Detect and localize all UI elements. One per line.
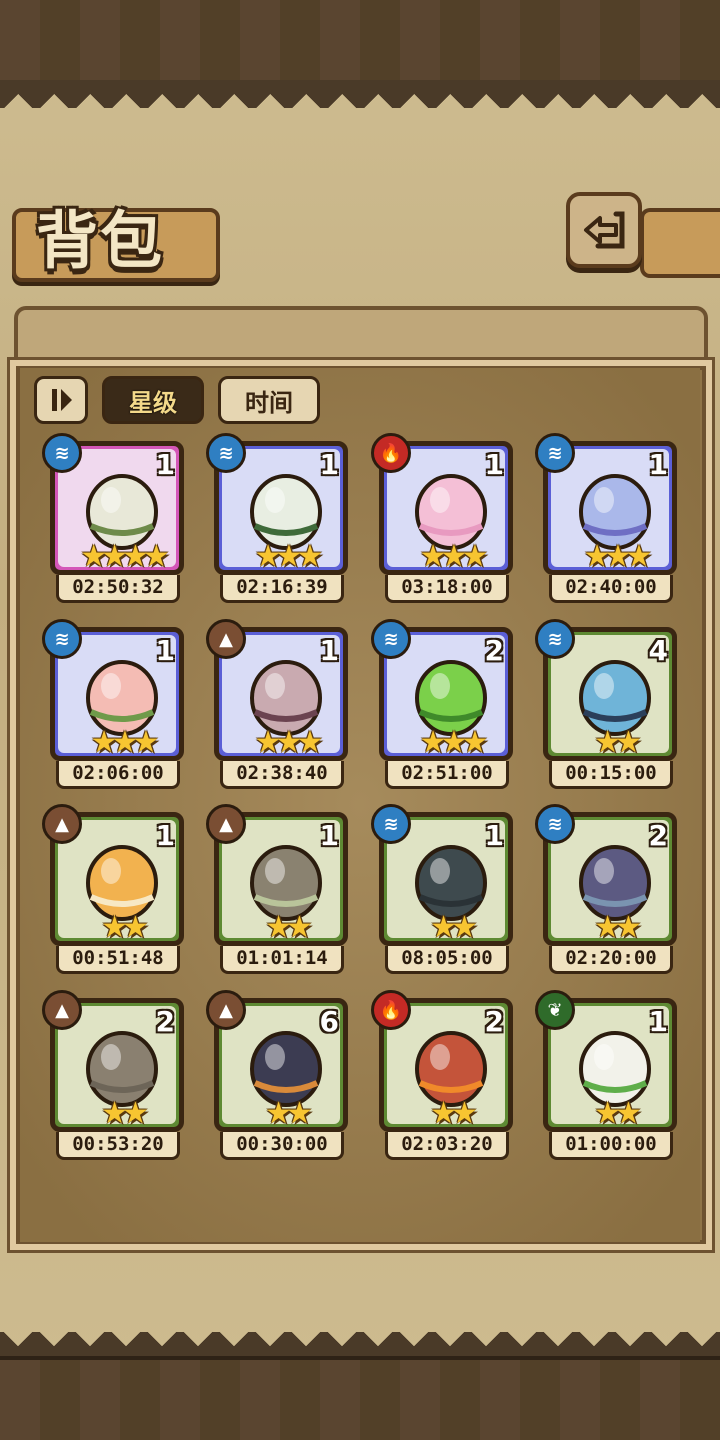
item-count: 1 bbox=[319, 448, 339, 481]
egg-icon bbox=[86, 474, 158, 550]
item-slot[interactable]: 1 ★★★ ≋ 02:06:00 bbox=[42, 619, 188, 797]
item-slot[interactable]: 2 ★★★ ≋ 02:51:00 bbox=[371, 619, 517, 797]
egg-icon bbox=[250, 845, 322, 921]
hatch-timer: 00:51:48 bbox=[56, 946, 180, 974]
hatch-timer: 01:00:00 bbox=[549, 1132, 673, 1160]
hatch-timer: 00:30:00 bbox=[220, 1132, 344, 1160]
egg-icon bbox=[250, 660, 322, 736]
item-slot[interactable]: 1 ★★★★ ≋ 02:50:32 bbox=[42, 433, 188, 611]
egg-icon bbox=[579, 474, 651, 550]
egg-icon bbox=[86, 1031, 158, 1107]
star-rating: ★★ bbox=[101, 1096, 149, 1131]
item-count: 1 bbox=[155, 634, 175, 667]
item-count: 2 bbox=[155, 1005, 175, 1038]
egg-icon bbox=[415, 660, 487, 736]
hatch-timer: 08:05:00 bbox=[385, 946, 509, 974]
item-grid: 1 ★★★★ ≋ 02:50:32 1 ★★★ ≋ 02:16:39 1 ★★★ 🔥 03:18:00… bbox=[0, 0, 720, 1440]
star-rating: ★★★★ bbox=[80, 539, 170, 574]
item-slot[interactable]: 1 ★★ ❦ 01:00:00 bbox=[535, 990, 681, 1168]
item-slot[interactable]: 1 ★★ ≋ 08:05:00 bbox=[371, 804, 517, 982]
star-rating: ★★ bbox=[430, 1096, 478, 1131]
item-slot[interactable]: 6 ★★ ▲ 00:30:00 bbox=[206, 990, 352, 1168]
item-slot[interactable]: 1 ★★ ▲ 00:51:48 bbox=[42, 804, 188, 982]
egg-icon bbox=[579, 1031, 651, 1107]
star-rating: ★★★ bbox=[419, 539, 489, 574]
item-count: 2 bbox=[484, 1005, 504, 1038]
star-rating: ★★ bbox=[594, 910, 642, 945]
star-rating: ★★★ bbox=[419, 725, 489, 760]
fire-icon: 🔥 bbox=[371, 990, 411, 1030]
item-count: 1 bbox=[484, 819, 504, 852]
item-count: 1 bbox=[155, 448, 175, 481]
item-slot[interactable]: 2 ★★ 🔥 02:03:20 bbox=[371, 990, 517, 1168]
star-rating: ★★ bbox=[594, 725, 642, 760]
leaf-icon: ❦ bbox=[535, 990, 575, 1030]
item-count: 1 bbox=[648, 448, 668, 481]
item-slot[interactable]: 4 ★★ ≋ 00:15:00 bbox=[535, 619, 681, 797]
item-slot[interactable]: 1 ★★★ ▲ 02:38:40 bbox=[206, 619, 352, 797]
hatch-timer: 02:03:20 bbox=[385, 1132, 509, 1160]
star-rating: ★★★ bbox=[583, 539, 653, 574]
item-count: 1 bbox=[484, 448, 504, 481]
hatch-timer: 02:50:32 bbox=[56, 575, 180, 603]
item-count: 2 bbox=[484, 634, 504, 667]
item-count: 2 bbox=[648, 819, 668, 852]
egg-icon bbox=[415, 1031, 487, 1107]
earth-icon: ▲ bbox=[206, 804, 246, 844]
item-count: 1 bbox=[319, 819, 339, 852]
star-rating: ★★ bbox=[101, 910, 149, 945]
water-icon: ≋ bbox=[42, 433, 82, 473]
water-icon: ≋ bbox=[535, 619, 575, 659]
hatch-timer: 02:38:40 bbox=[220, 761, 344, 789]
earth-icon: ▲ bbox=[42, 804, 82, 844]
hatch-timer: 00:53:20 bbox=[56, 1132, 180, 1160]
item-slot[interactable]: 2 ★★ ≋ 02:20:00 bbox=[535, 804, 681, 982]
egg-icon bbox=[579, 845, 651, 921]
item-count: 1 bbox=[155, 819, 175, 852]
water-icon: ≋ bbox=[535, 804, 575, 844]
star-rating: ★★ bbox=[265, 910, 313, 945]
star-rating: ★★ bbox=[594, 1096, 642, 1131]
egg-icon bbox=[415, 474, 487, 550]
water-icon: ≋ bbox=[535, 433, 575, 473]
earth-icon: ▲ bbox=[42, 990, 82, 1030]
item-count: 1 bbox=[319, 634, 339, 667]
hatch-timer: 02:20:00 bbox=[549, 946, 673, 974]
water-icon: ≋ bbox=[206, 433, 246, 473]
star-rating: ★★★ bbox=[90, 725, 160, 760]
item-slot[interactable]: 1 ★★★ ≋ 02:40:00 bbox=[535, 433, 681, 611]
item-slot[interactable]: 2 ★★ ▲ 00:53:20 bbox=[42, 990, 188, 1168]
earth-icon: ▲ bbox=[206, 990, 246, 1030]
item-slot[interactable]: 1 ★★★ 🔥 03:18:00 bbox=[371, 433, 517, 611]
hatch-timer: 00:15:00 bbox=[549, 761, 673, 789]
egg-icon bbox=[86, 660, 158, 736]
fire-icon: 🔥 bbox=[371, 433, 411, 473]
star-rating: ★★★ bbox=[254, 725, 324, 760]
water-icon: ≋ bbox=[42, 619, 82, 659]
egg-icon bbox=[579, 660, 651, 736]
water-icon: ≋ bbox=[371, 804, 411, 844]
star-rating: ★★ bbox=[265, 1096, 313, 1131]
water-icon: ≋ bbox=[371, 619, 411, 659]
hatch-timer: 02:40:00 bbox=[549, 575, 673, 603]
item-count: 1 bbox=[648, 1005, 668, 1038]
item-count: 6 bbox=[319, 1005, 339, 1038]
egg-icon bbox=[415, 845, 487, 921]
item-count: 4 bbox=[648, 634, 668, 667]
egg-icon bbox=[86, 845, 158, 921]
item-slot[interactable]: 1 ★★★ ≋ 02:16:39 bbox=[206, 433, 352, 611]
egg-icon bbox=[250, 1031, 322, 1107]
hatch-timer: 02:16:39 bbox=[220, 575, 344, 603]
star-rating: ★★ bbox=[430, 910, 478, 945]
hatch-timer: 01:01:14 bbox=[220, 946, 344, 974]
item-slot[interactable]: 1 ★★ ▲ 01:01:14 bbox=[206, 804, 352, 982]
hatch-timer: 02:51:00 bbox=[385, 761, 509, 789]
star-rating: ★★★ bbox=[254, 539, 324, 574]
earth-icon: ▲ bbox=[206, 619, 246, 659]
hatch-timer: 03:18:00 bbox=[385, 575, 509, 603]
hatch-timer: 02:06:00 bbox=[56, 761, 180, 789]
egg-icon bbox=[250, 474, 322, 550]
